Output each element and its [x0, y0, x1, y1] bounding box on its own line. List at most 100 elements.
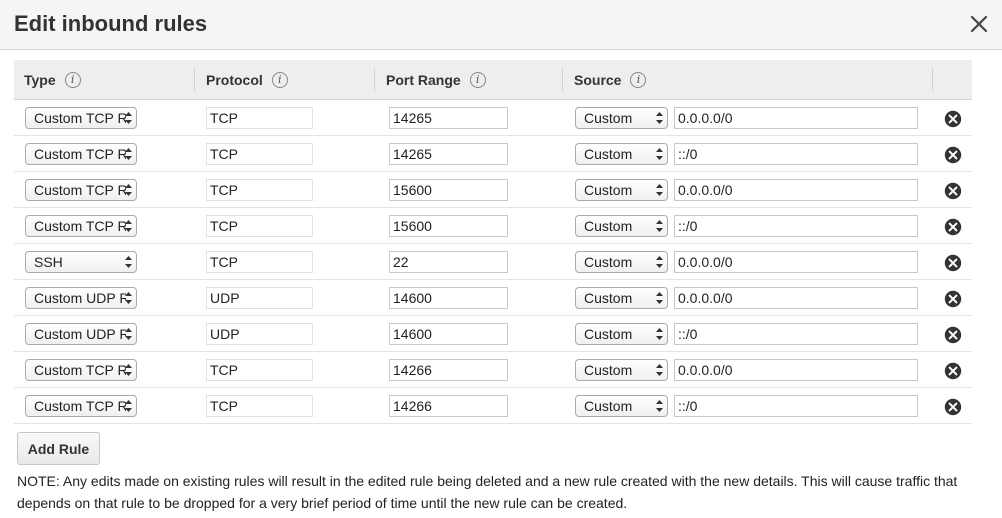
select-arrows-icon	[125, 292, 132, 304]
table-row: Custom TCP Rule TCP 15600 Custom ::/0	[14, 208, 972, 244]
select-arrows-icon	[656, 220, 663, 232]
port-range-input[interactable]: 15600	[389, 215, 508, 237]
select-arrows-icon	[656, 256, 663, 268]
header-protocol-label: Protocol	[206, 71, 263, 88]
select-arrows-icon	[125, 400, 132, 412]
source-cidr-input[interactable]: 0.0.0.0/0	[674, 287, 918, 309]
protocol-field: TCP	[206, 215, 313, 237]
column-divider	[932, 68, 933, 91]
type-select[interactable]: SSH	[25, 251, 137, 273]
edit-inbound-rules-dialog: Edit inbound rules Type i Protocol i Por…	[0, 0, 1002, 518]
table-row: Custom UDP Rule UDP 14600 Custom 0.0.0.0…	[14, 280, 972, 316]
port-range-input[interactable]: 22	[389, 251, 508, 273]
type-select[interactable]: Custom TCP Rule	[25, 143, 137, 165]
port-range-input[interactable]: 14265	[389, 143, 508, 165]
select-arrows-icon	[656, 292, 663, 304]
source-type-select[interactable]: Custom	[575, 107, 668, 129]
source-type-select[interactable]: Custom	[575, 251, 668, 273]
type-select-value: Custom UDP Rule	[34, 290, 126, 306]
select-arrows-icon	[656, 400, 663, 412]
source-cidr-input[interactable]: 0.0.0.0/0	[674, 179, 918, 201]
info-icon[interactable]: i	[469, 71, 486, 88]
source-type-select[interactable]: Custom	[575, 323, 668, 345]
delete-rule-icon[interactable]	[944, 254, 962, 272]
source-cidr-input[interactable]: 0.0.0.0/0	[674, 107, 918, 129]
table-row: Custom UDP Rule UDP 14600 Custom ::/0	[14, 316, 972, 352]
source-type-select[interactable]: Custom	[575, 215, 668, 237]
source-type-select[interactable]: Custom	[575, 359, 668, 381]
type-select[interactable]: Custom TCP Rule	[25, 107, 137, 129]
port-range-input[interactable]: 14265	[389, 107, 508, 129]
select-arrows-icon	[656, 148, 663, 160]
dialog-title: Edit inbound rules	[14, 11, 208, 36]
source-type-select[interactable]: Custom	[575, 179, 668, 201]
port-range-input[interactable]: 14600	[389, 323, 508, 345]
select-arrows-icon	[125, 256, 132, 268]
source-type-select[interactable]: Custom	[575, 287, 668, 309]
delete-rule-icon[interactable]	[944, 218, 962, 236]
source-type-select-value: Custom	[584, 362, 633, 378]
header-source: Source i	[574, 60, 647, 99]
source-cidr-input[interactable]: ::/0	[674, 395, 918, 417]
info-icon[interactable]: i	[271, 71, 288, 88]
type-select-value: SSH	[34, 254, 63, 270]
column-divider	[194, 68, 195, 91]
source-type-select-value: Custom	[584, 290, 633, 306]
delete-rule-icon[interactable]	[944, 398, 962, 416]
source-type-select-value: Custom	[584, 254, 633, 270]
type-select[interactable]: Custom UDP Rule	[25, 287, 137, 309]
select-arrows-icon	[125, 220, 132, 232]
port-range-input[interactable]: 14600	[389, 287, 508, 309]
type-select-value: Custom TCP Rule	[34, 362, 126, 378]
type-select-value: Custom TCP Rule	[34, 398, 126, 414]
select-arrows-icon	[656, 112, 663, 124]
type-select-value: Custom TCP Rule	[34, 218, 126, 234]
protocol-field: UDP	[206, 323, 313, 345]
info-icon[interactable]: i	[630, 71, 647, 88]
column-divider	[374, 68, 375, 91]
protocol-field: TCP	[206, 179, 313, 201]
info-icon[interactable]: i	[64, 71, 81, 88]
source-cidr-input[interactable]: ::/0	[674, 323, 918, 345]
header-port-range: Port Range i	[386, 60, 486, 99]
delete-rule-icon[interactable]	[944, 362, 962, 380]
port-range-input[interactable]: 15600	[389, 179, 508, 201]
delete-rule-icon[interactable]	[944, 110, 962, 128]
type-select[interactable]: Custom TCP Rule	[25, 179, 137, 201]
select-arrows-icon	[656, 184, 663, 196]
close-icon[interactable]	[968, 13, 990, 35]
select-arrows-icon	[125, 112, 132, 124]
source-type-select-value: Custom	[584, 218, 633, 234]
source-type-select-value: Custom	[584, 326, 633, 342]
column-divider	[562, 68, 563, 91]
header-protocol: Protocol i	[206, 60, 288, 99]
source-type-select-value: Custom	[584, 146, 633, 162]
protocol-field: TCP	[206, 143, 313, 165]
port-range-input[interactable]: 14266	[389, 359, 508, 381]
type-select[interactable]: Custom TCP Rule	[25, 359, 137, 381]
delete-rule-icon[interactable]	[944, 182, 962, 200]
delete-rule-icon[interactable]	[944, 290, 962, 308]
type-select[interactable]: Custom TCP Rule	[25, 395, 137, 417]
port-range-input[interactable]: 14266	[389, 395, 508, 417]
select-arrows-icon	[656, 364, 663, 376]
add-rule-button[interactable]: Add Rule	[17, 432, 100, 465]
select-arrows-icon	[125, 184, 132, 196]
protocol-field: TCP	[206, 251, 313, 273]
source-type-select[interactable]: Custom	[575, 143, 668, 165]
delete-rule-icon[interactable]	[944, 326, 962, 344]
delete-rule-icon[interactable]	[944, 146, 962, 164]
source-cidr-input[interactable]: ::/0	[674, 215, 918, 237]
type-select[interactable]: Custom UDP Rule	[25, 323, 137, 345]
source-cidr-input[interactable]: 0.0.0.0/0	[674, 251, 918, 273]
source-cidr-input[interactable]: ::/0	[674, 143, 918, 165]
source-type-select[interactable]: Custom	[575, 395, 668, 417]
select-arrows-icon	[125, 364, 132, 376]
select-arrows-icon	[656, 328, 663, 340]
table-row: Custom TCP Rule TCP 14265 Custom ::/0	[14, 136, 972, 172]
header-type: Type i	[24, 60, 81, 99]
table-row: Custom TCP Rule TCP 14265 Custom 0.0.0.0…	[14, 100, 972, 136]
source-type-select-value: Custom	[584, 182, 633, 198]
source-cidr-input[interactable]: 0.0.0.0/0	[674, 359, 918, 381]
type-select[interactable]: Custom TCP Rule	[25, 215, 137, 237]
